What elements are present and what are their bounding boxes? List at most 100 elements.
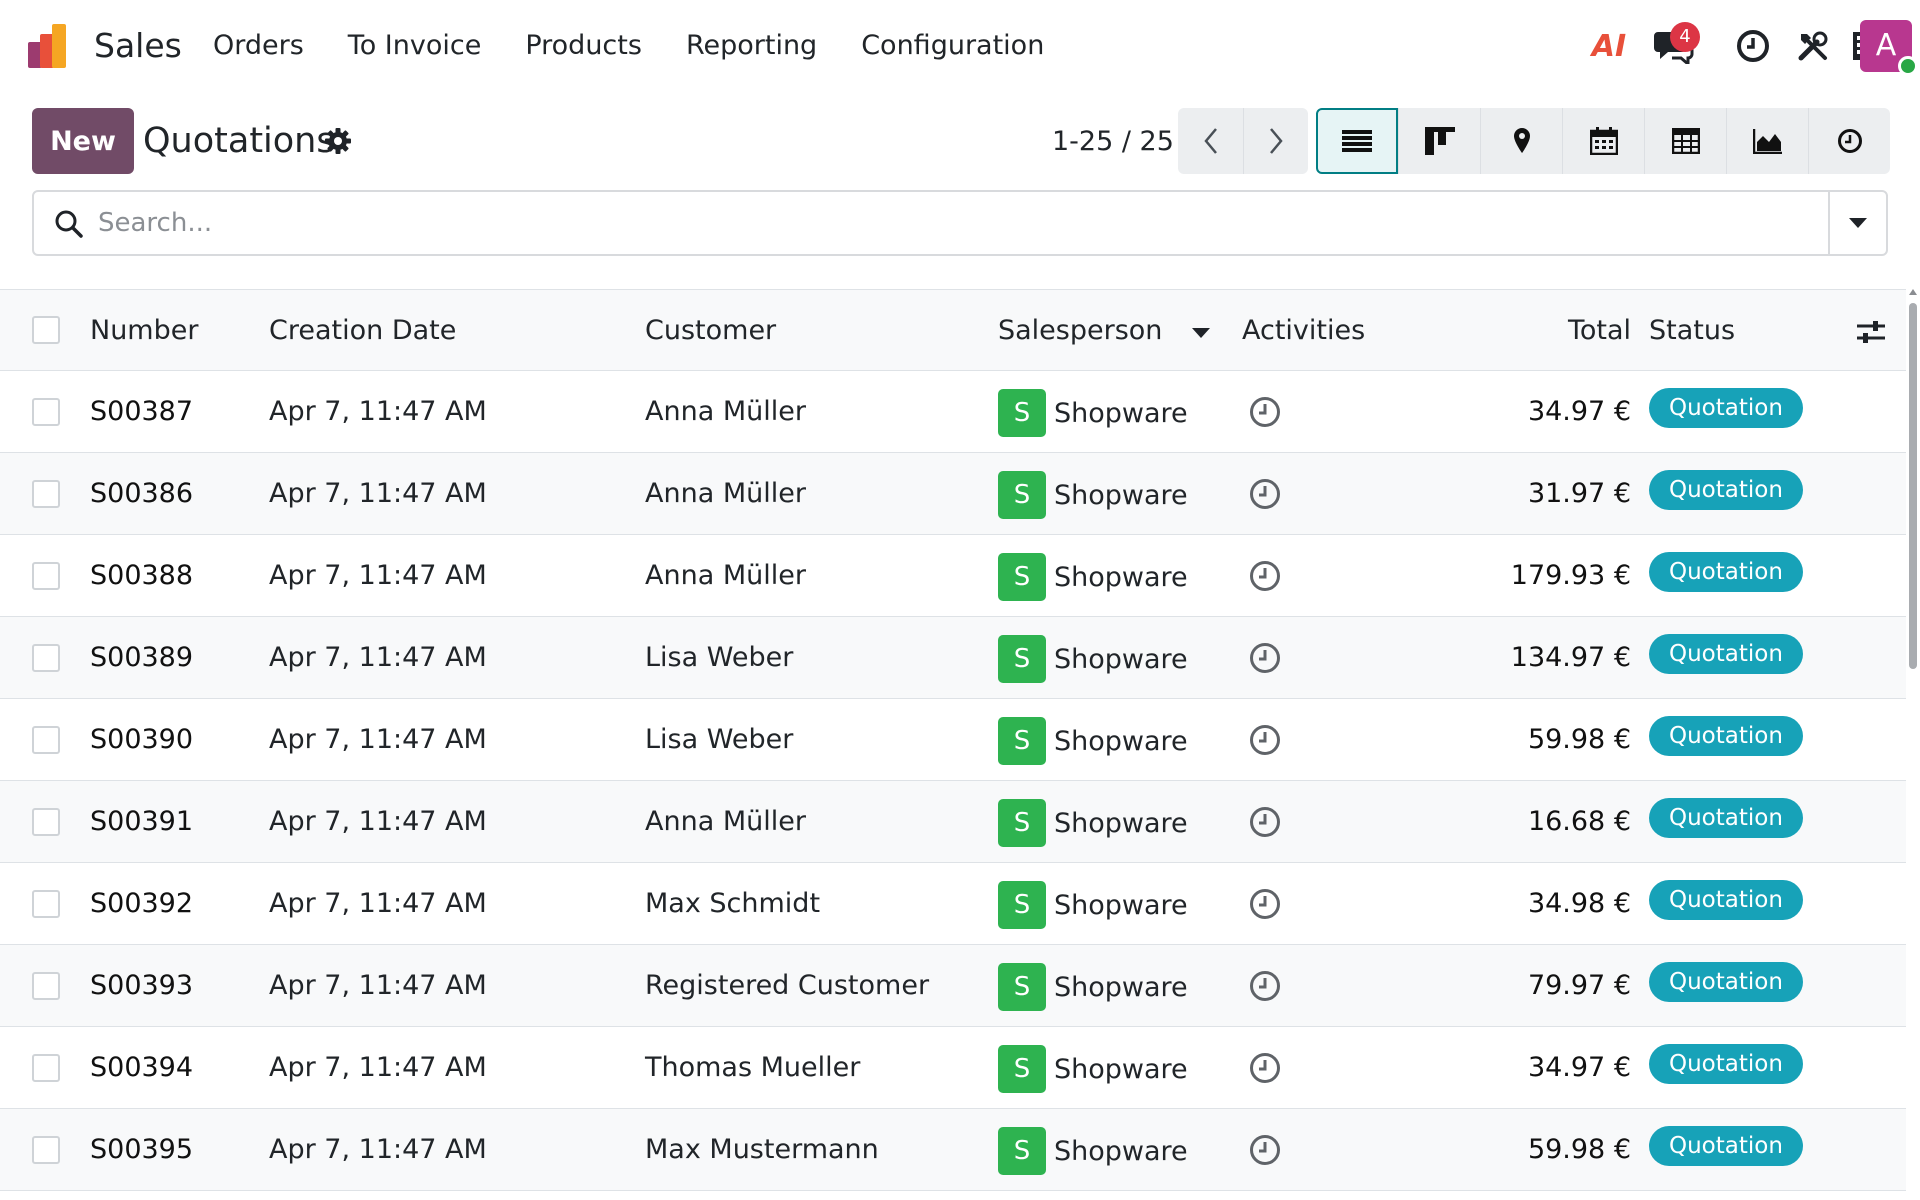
pager-next-button[interactable]	[1243, 108, 1308, 174]
customer-name: Anna Müller	[645, 396, 806, 427]
order-total: 16.68 €	[1527, 806, 1631, 837]
gear-icon[interactable]	[324, 127, 352, 155]
table-row[interactable]: S00389 Apr 7, 11:47 AM Lisa Weber S Shopware…	[0, 617, 1906, 699]
new-button[interactable]: New	[32, 108, 134, 174]
table-row[interactable]: S00395 Apr 7, 11:47 AM Max Mustermann S Shop…	[0, 1109, 1906, 1191]
search-input[interactable]	[98, 200, 1798, 246]
order-total: 134.97 €	[1510, 642, 1631, 673]
row-checkbox[interactable]	[32, 644, 60, 672]
status-badge: Quotation	[1649, 962, 1803, 1002]
customer-name: Anna Müller	[645, 478, 806, 509]
order-number: S00392	[90, 888, 194, 919]
clock-icon[interactable]	[1248, 1051, 1282, 1085]
column-header-activities[interactable]: Activities	[1242, 290, 1365, 372]
column-header-number[interactable]: Number	[90, 290, 198, 372]
top-navbar: Sales Orders To Invoice Products Reporti…	[0, 0, 1920, 92]
order-number: S00394	[90, 1052, 194, 1083]
activity-view-button[interactable]	[1808, 108, 1890, 174]
order-number: S00393	[90, 970, 194, 1001]
pivot-table-icon	[1671, 128, 1700, 154]
row-checkbox[interactable]	[32, 1054, 60, 1082]
calendar-view-button[interactable]	[1562, 108, 1644, 174]
app-name[interactable]: Sales	[94, 24, 182, 68]
kanban-view-button[interactable]	[1398, 108, 1480, 174]
order-number: S00390	[90, 724, 194, 755]
sort-descending-icon[interactable]	[1192, 328, 1210, 338]
clock-icon[interactable]	[1248, 969, 1282, 1003]
activities-button[interactable]	[1728, 18, 1778, 74]
creation-date: Apr 7, 11:47 AM	[269, 396, 487, 427]
table-row[interactable]: S00392 Apr 7, 11:47 AM Max Schmidt S Shopwar…	[0, 863, 1906, 945]
menu-item-to-invoice[interactable]: To Invoice	[348, 24, 482, 68]
menu-item-configuration[interactable]: Configuration	[861, 24, 1044, 68]
salesperson-name: Shopware	[1054, 726, 1188, 757]
clock-icon[interactable]	[1248, 723, 1282, 757]
messages-button[interactable]: 4	[1644, 18, 1704, 74]
main-menu: Orders To Invoice Products Reporting Con…	[213, 24, 1088, 68]
column-header-customer[interactable]: Customer	[645, 290, 776, 372]
row-checkbox[interactable]	[32, 1136, 60, 1164]
clock-icon[interactable]	[1248, 887, 1282, 921]
sliders-icon[interactable]	[1856, 318, 1886, 346]
list-scrollbar[interactable]	[1906, 289, 1920, 1200]
pivot-view-button[interactable]	[1644, 108, 1726, 174]
row-checkbox[interactable]	[32, 808, 60, 836]
clock-icon[interactable]	[1248, 559, 1282, 593]
search-icon	[55, 210, 83, 238]
pager-value[interactable]: 1-25 / 25	[1052, 122, 1174, 162]
search-options-toggle[interactable]	[1828, 192, 1886, 254]
customer-name: Registered Customer	[645, 970, 930, 1001]
table-row[interactable]: S00391 Apr 7, 11:47 AM Anna Müller S Shopwar…	[0, 781, 1906, 863]
column-header-salesperson[interactable]: Salesperson	[998, 290, 1162, 372]
salesperson-name: Shopware	[1054, 972, 1188, 1003]
row-checkbox[interactable]	[32, 972, 60, 1000]
page-title: Quotations	[143, 121, 335, 161]
scrollbar-thumb[interactable]	[1909, 303, 1917, 669]
row-checkbox[interactable]	[32, 726, 60, 754]
clock-icon[interactable]	[1248, 641, 1282, 675]
tools-button[interactable]	[1788, 18, 1838, 74]
table-row[interactable]: S00393 Apr 7, 11:47 AM Registered Customer…	[0, 945, 1906, 1027]
list-view-button[interactable]	[1316, 108, 1398, 174]
customer-name: Thomas Mueller	[645, 1052, 861, 1083]
pager-previous-button[interactable]	[1178, 108, 1243, 174]
column-header-creation-date[interactable]: Creation Date	[269, 290, 456, 372]
table-row[interactable]: S00388 Apr 7, 11:47 AM Anna Müller S Shopwar…	[0, 535, 1906, 617]
order-total: 179.93 €	[1510, 560, 1631, 591]
user-menu[interactable]: A	[1858, 18, 1918, 76]
order-number: S00387	[90, 396, 194, 427]
map-view-button[interactable]	[1480, 108, 1562, 174]
customer-name: Lisa Weber	[645, 724, 794, 755]
scroll-up-arrow-icon[interactable]	[1909, 289, 1917, 295]
graph-view-button[interactable]	[1726, 108, 1808, 174]
clock-icon[interactable]	[1248, 1133, 1282, 1167]
row-checkbox[interactable]	[32, 398, 60, 426]
menu-item-reporting[interactable]: Reporting	[686, 24, 817, 68]
table-row[interactable]: S00387 Apr 7, 11:47 AM Anna Müller S Shopwar…	[0, 371, 1906, 453]
order-number: S00386	[90, 478, 194, 509]
salesperson-name: Shopware	[1054, 480, 1188, 511]
table-row[interactable]: S00390 Apr 7, 11:47 AM Lisa Weber S Shopware…	[0, 699, 1906, 781]
clock-icon[interactable]	[1248, 805, 1282, 839]
clock-icon[interactable]	[1248, 395, 1282, 429]
creation-date: Apr 7, 11:47 AM	[269, 560, 487, 591]
row-checkbox[interactable]	[32, 562, 60, 590]
ai-button[interactable]: AI	[1584, 18, 1634, 74]
table-row[interactable]: S00394 Apr 7, 11:47 AM Thomas Mueller S Shop…	[0, 1027, 1906, 1109]
chevron-right-icon	[1270, 128, 1283, 154]
ai-icon: AI	[1591, 28, 1627, 64]
order-total: 31.97 €	[1527, 478, 1631, 509]
salesperson-avatar: S	[998, 389, 1046, 437]
table-row[interactable]: S00386 Apr 7, 11:47 AM Anna Müller S Shopwar…	[0, 453, 1906, 535]
select-all-checkbox[interactable]	[32, 316, 60, 344]
row-checkbox[interactable]	[32, 480, 60, 508]
column-header-status[interactable]: Status	[1649, 290, 1735, 372]
column-header-total[interactable]: Total	[1568, 290, 1631, 372]
sales-logo-icon[interactable]	[28, 24, 76, 70]
avatar: A	[1860, 20, 1918, 76]
row-checkbox[interactable]	[32, 890, 60, 918]
search-bar	[32, 190, 1888, 256]
clock-icon[interactable]	[1248, 477, 1282, 511]
menu-item-orders[interactable]: Orders	[213, 24, 304, 68]
menu-item-products[interactable]: Products	[525, 24, 642, 68]
